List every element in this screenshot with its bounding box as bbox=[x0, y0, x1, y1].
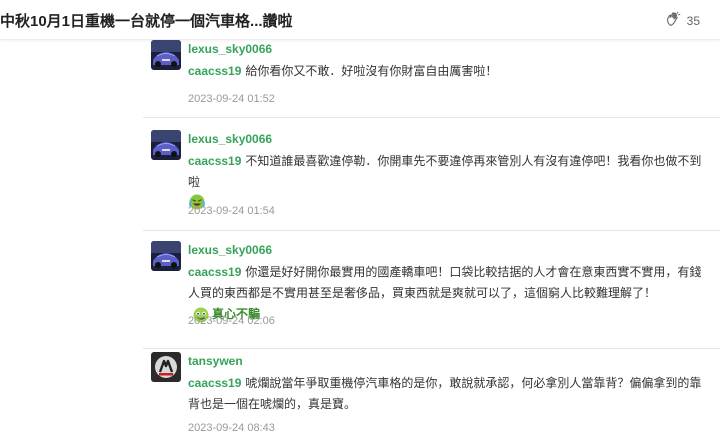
reply-text: 唬爛說當年爭取重機停汽車格的是你，敢說就承認，何必拿別人當靠背？偏偏拿到的靠背也… bbox=[188, 376, 702, 411]
reply-mention[interactable]: caacss19 bbox=[188, 265, 241, 279]
reply-content: caacss19 給你看你又不敢．好啦沒有你財富自由厲害啦！ bbox=[188, 61, 708, 82]
reply-text: 給你看你又不敢．好啦沒有你財富自由厲害啦！ bbox=[245, 64, 498, 78]
avatar[interactable] bbox=[151, 40, 181, 70]
reply-timestamp: 2023-09-24 01:52 bbox=[188, 93, 275, 105]
avatar[interactable] bbox=[151, 241, 181, 271]
reply-author[interactable]: tansywen bbox=[188, 354, 243, 368]
reply-thread: lexus_sky0066 caacss19 給你看你又不敢．好啦沒有你財富自由厲… bbox=[0, 40, 720, 444]
thread-title: 中秋10月1日重機一台就停一個汽車格...讚啦 bbox=[0, 13, 293, 30]
reply-mention[interactable]: caacss19 bbox=[188, 154, 241, 168]
reply-timestamp: 2023-09-24 08:43 bbox=[188, 422, 275, 434]
reply-item: tansywen caacss19 唬爛說當年爭取重機停汽車格的是你，敢說就承認，… bbox=[143, 352, 720, 444]
reply-item: lexus_sky0066 caacss19 你還是好好開你最實用的國產轎車吧！口… bbox=[143, 241, 720, 349]
reply-author[interactable]: lexus_sky0066 bbox=[188, 243, 272, 257]
reply-item: lexus_sky0066 caacss19 不知道誰最喜歡違停勒．你開車先不要違… bbox=[143, 130, 720, 231]
thread-header: 中秋10月1日重機一台就停一個汽車格...讚啦 35 bbox=[0, 0, 720, 40]
reply-timestamp: 2023-09-24 01:54 bbox=[188, 205, 275, 217]
reply-text: 不知道誰最喜歡違停勒．你開車先不要違停再來管別人有沒有違停吧！我看你也做不到啦 bbox=[188, 154, 702, 189]
reply-author[interactable]: lexus_sky0066 bbox=[188, 132, 272, 146]
avatar[interactable] bbox=[151, 130, 181, 160]
reply-author[interactable]: lexus_sky0066 bbox=[188, 42, 272, 56]
reply-mention[interactable]: caacss19 bbox=[188, 64, 241, 78]
like-count: 35 bbox=[686, 13, 700, 28]
reply-item: lexus_sky0066 caacss19 給你看你又不敢．好啦沒有你財富自由厲… bbox=[143, 40, 720, 118]
like-button[interactable]: 35 bbox=[665, 11, 700, 30]
reply-content: caacss19 唬爛說當年爭取重機停汽車格的是你，敢說就承認，何必拿別人當靠背？… bbox=[188, 373, 708, 415]
reply-timestamp: 2023-09-24 02:06 bbox=[188, 315, 275, 327]
reply-mention[interactable]: caacss19 bbox=[188, 376, 241, 390]
clapping-hand-icon bbox=[665, 11, 681, 30]
avatar[interactable] bbox=[151, 352, 181, 382]
reply-text: 你還是好好開你最實用的國產轎車吧！口袋比較拮据的人才會在意東西實不實用，有錢人買… bbox=[188, 265, 702, 300]
